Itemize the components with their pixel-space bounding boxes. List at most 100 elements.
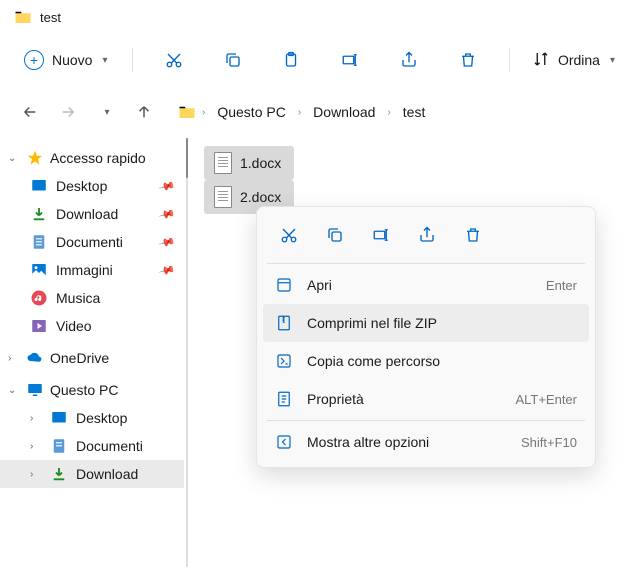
chevron-down-icon: ▾: [610, 55, 615, 66]
share-icon[interactable]: [407, 217, 447, 253]
file-name: 1.docx: [240, 155, 281, 171]
cut-icon[interactable]: [269, 217, 309, 253]
context-menu-more-options[interactable]: Mostra altre opzioni Shift+F10: [263, 423, 589, 461]
context-menu-label: Proprietà: [307, 391, 501, 407]
context-menu-compress-zip[interactable]: Comprimi nel file ZIP: [263, 304, 589, 342]
sidebar-item-label: Download: [76, 466, 138, 482]
cloud-icon: [26, 349, 44, 367]
monitor-icon: [26, 381, 44, 399]
delete-icon[interactable]: [453, 217, 493, 253]
rename-icon[interactable]: [361, 217, 401, 253]
breadcrumb-item[interactable]: Questo PC: [211, 100, 291, 124]
file-name: 2.docx: [240, 189, 281, 205]
pin-icon: 📌: [158, 177, 176, 195]
document-icon: [30, 233, 48, 251]
up-button[interactable]: [128, 96, 160, 128]
context-menu-label: Mostra altre opzioni: [307, 434, 507, 450]
desktop-icon: [30, 177, 48, 195]
sidebar-quick-access[interactable]: ⌄ Accesso rapido: [0, 144, 184, 172]
sidebar-item-label: Download: [56, 206, 118, 222]
sort-icon: [532, 50, 550, 71]
separator: [267, 420, 585, 421]
path-icon: [275, 352, 293, 370]
sidebar-item-images[interactable]: Immagini 📌: [0, 256, 184, 284]
zip-icon: [275, 314, 293, 332]
separator: [267, 263, 585, 264]
video-icon: [30, 317, 48, 335]
sidebar-item-music[interactable]: Musica: [0, 284, 184, 312]
sidebar-item-label: Questo PC: [50, 382, 118, 398]
sort-button[interactable]: Ordina ▾: [524, 44, 623, 77]
sidebar-item-label: Musica: [56, 290, 100, 306]
docx-icon: [214, 186, 232, 208]
back-button[interactable]: [14, 96, 46, 128]
docx-icon: [214, 152, 232, 174]
recent-dropdown[interactable]: ▾: [90, 96, 122, 128]
sidebar-item-download[interactable]: Download 📌: [0, 200, 184, 228]
forward-button[interactable]: [52, 96, 84, 128]
sidebar-item-label: Documenti: [56, 234, 123, 250]
context-menu-shortcut: ALT+Enter: [515, 392, 577, 407]
delete-icon[interactable]: [448, 42, 487, 78]
open-icon: [275, 276, 293, 294]
chevron-down-icon: ⌄: [8, 385, 20, 396]
music-icon: [30, 289, 48, 307]
chevron-down-icon: ⌄: [8, 153, 20, 164]
folder-icon: [178, 103, 196, 121]
pin-icon: 📌: [158, 261, 176, 279]
more-icon: [275, 433, 293, 451]
chevron-right-icon: ›: [30, 469, 42, 480]
sidebar-item-label: OneDrive: [50, 350, 109, 366]
sidebar-item-pc-documents[interactable]: › Documenti: [0, 432, 184, 460]
context-menu-shortcut: Shift+F10: [521, 435, 577, 450]
sidebar: ⌄ Accesso rapido Desktop 📌 Download 📌 Do…: [0, 138, 184, 567]
context-menu-open[interactable]: Apri Enter: [263, 266, 589, 304]
sidebar-item-pc-desktop[interactable]: › Desktop: [0, 404, 184, 432]
chevron-right-icon[interactable]: ›: [385, 107, 392, 118]
properties-icon: [275, 390, 293, 408]
paste-icon[interactable]: [272, 42, 311, 78]
context-menu-label: Comprimi nel file ZIP: [307, 315, 577, 331]
chevron-right-icon[interactable]: ›: [296, 107, 303, 118]
sidebar-item-pc-download[interactable]: › Download: [0, 460, 184, 488]
sidebar-item-label: Accesso rapido: [50, 150, 146, 166]
pin-icon: 📌: [158, 233, 176, 251]
sidebar-item-label: Immagini: [56, 262, 113, 278]
sidebar-item-video[interactable]: Video: [0, 312, 184, 340]
context-menu-copy-path[interactable]: Copia come percorso: [263, 342, 589, 380]
chevron-down-icon: ▾: [102, 55, 107, 66]
sidebar-item-label: Video: [56, 318, 92, 334]
sidebar-item-label: Desktop: [76, 410, 127, 426]
chevron-right-icon: ›: [30, 441, 42, 452]
cut-icon[interactable]: [154, 42, 193, 78]
context-menu-properties[interactable]: Proprietà ALT+Enter: [263, 380, 589, 418]
new-button[interactable]: + Nuovo ▾: [14, 44, 118, 76]
window-title: test: [40, 10, 61, 25]
breadcrumb-item[interactable]: Download: [307, 100, 381, 124]
file-item[interactable]: 1.docx: [204, 146, 294, 180]
breadcrumb-item[interactable]: test: [397, 100, 432, 124]
sidebar-item-label: Desktop: [56, 178, 107, 194]
context-menu-icon-row: [263, 213, 589, 261]
rename-icon[interactable]: [331, 42, 370, 78]
file-pane[interactable]: 1.docx 2.docx Apri Enter Comprim: [192, 138, 637, 567]
sidebar-onedrive[interactable]: › OneDrive: [0, 344, 184, 372]
context-menu-label: Copia come percorso: [307, 353, 577, 369]
sidebar-item-desktop[interactable]: Desktop 📌: [0, 172, 184, 200]
sidebar-this-pc[interactable]: ⌄ Questo PC: [0, 376, 184, 404]
copy-icon[interactable]: [213, 42, 252, 78]
body: ⌄ Accesso rapido Desktop 📌 Download 📌 Do…: [0, 138, 637, 567]
new-button-label: Nuovo: [52, 52, 92, 68]
toolbar: + Nuovo ▾ Ordina ▾: [0, 34, 637, 86]
sidebar-item-documents[interactable]: Documenti 📌: [0, 228, 184, 256]
document-icon: [50, 437, 68, 455]
separator: [509, 48, 510, 72]
share-icon[interactable]: [389, 42, 428, 78]
star-icon: [26, 149, 44, 167]
sidebar-item-label: Documenti: [76, 438, 143, 454]
images-icon: [30, 261, 48, 279]
chevron-right-icon: ›: [8, 353, 20, 364]
copy-icon[interactable]: [315, 217, 355, 253]
chevron-right-icon[interactable]: ›: [200, 107, 207, 118]
context-menu-shortcut: Enter: [546, 278, 577, 293]
